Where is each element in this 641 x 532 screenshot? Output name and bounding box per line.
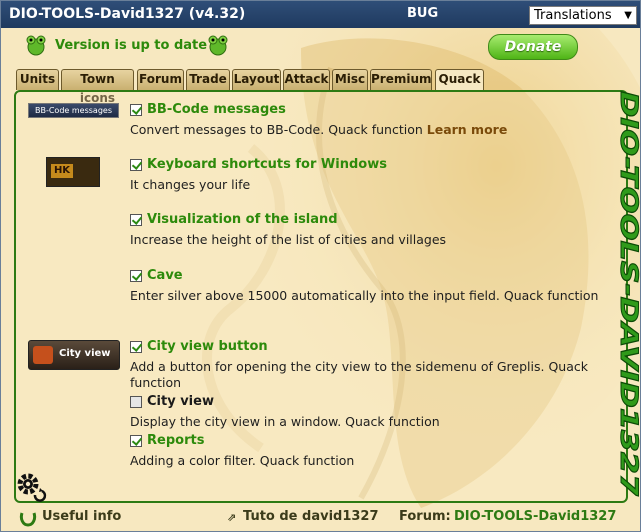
option-description: Increase the height of the list of citie… xyxy=(130,232,447,247)
option-title[interactable]: City view xyxy=(147,394,214,409)
option-title[interactable]: Visualization of the island xyxy=(147,212,338,227)
window-title: DIO-TOOLS-David1327 (v4.32) xyxy=(9,6,246,22)
frog-icon xyxy=(208,35,228,56)
title-bar: DIO-TOOLS-David1327 (v4.32) BUG Translat… xyxy=(1,1,640,29)
option-title[interactable]: Keyboard shortcuts for Windows xyxy=(147,157,387,172)
vertical-brand-text: DIO-TOOLS-DAVID1327 xyxy=(615,91,641,496)
translations-select[interactable]: Translations ▼ xyxy=(529,6,637,25)
tab-layout[interactable]: Layout xyxy=(232,69,281,90)
visualization-checkbox[interactable] xyxy=(130,214,142,226)
option-description: Adding a color filter. Quack function xyxy=(130,453,355,468)
tab-quack[interactable]: Quack xyxy=(435,69,484,92)
footer-bar: Useful info ⇗ Tuto de david1327 Forum: D… xyxy=(1,507,640,531)
vertical-brand-logo: DIO-TOOLS-DAVID1327 xyxy=(615,91,641,497)
option-title[interactable]: City view button xyxy=(147,339,268,354)
forum-link[interactable]: DIO-TOOLS-David1327 xyxy=(454,509,616,524)
reports-checkbox[interactable] xyxy=(130,435,142,447)
version-text: Version is up to date xyxy=(55,38,208,53)
tab-trade[interactable]: Trade xyxy=(186,69,230,90)
horseshoe-icon xyxy=(19,512,37,527)
tab-units[interactable]: Units xyxy=(16,69,59,90)
option-keyboard-shortcuts: Keyboard shortcuts for Windows It change… xyxy=(130,157,600,195)
translations-value: Translations xyxy=(534,8,612,23)
tab-forum[interactable]: Forum xyxy=(137,69,184,90)
tuto-link[interactable]: Tuto de david1327 xyxy=(243,509,379,524)
hotkey-icon: HK xyxy=(51,164,73,178)
option-cave: Cave Enter silver above 15000 automatica… xyxy=(130,268,600,322)
city-icon xyxy=(33,346,53,364)
keyboard-shortcuts-checkbox[interactable] xyxy=(130,159,142,171)
tab-misc[interactable]: Misc xyxy=(332,69,368,90)
option-title[interactable]: Reports xyxy=(147,433,204,448)
option-city-view-button: City view button Add a button for openin… xyxy=(130,339,600,393)
city-view-thumbnail: City view xyxy=(28,340,120,370)
bug-link[interactable]: BUG xyxy=(407,6,438,21)
option-description: Display the city view in a window. Quack… xyxy=(130,414,440,429)
option-city-view: City view Display the city view in a win… xyxy=(130,394,600,432)
cave-checkbox[interactable] xyxy=(130,270,142,282)
tab-town-icons[interactable]: Town icons xyxy=(61,69,134,105)
city-view-thumb-label: City view xyxy=(59,348,111,359)
city-view-button-checkbox[interactable] xyxy=(130,341,142,353)
option-title[interactable]: BB-Code messages xyxy=(147,102,286,117)
bbcode-checkbox[interactable] xyxy=(130,104,142,116)
tab-attack[interactable]: Attack xyxy=(283,69,330,90)
tab-premium[interactable]: Premium xyxy=(370,69,432,90)
city-view-checkbox[interactable] xyxy=(130,396,142,408)
settings-window: DIO-TOOLS-David1327 (v4.32) BUG Translat… xyxy=(0,0,641,532)
option-description: Convert messages to BB-Code. Quack funct… xyxy=(130,122,423,137)
keyboard-thumbnail: HK xyxy=(46,157,100,187)
option-description: Enter silver above 15000 automatically i… xyxy=(130,288,599,303)
forum-label: Forum: xyxy=(399,509,451,524)
chevron-down-icon: ▼ xyxy=(624,10,632,21)
option-title[interactable]: Cave xyxy=(147,268,183,283)
useful-info-link[interactable]: Useful info xyxy=(42,509,121,524)
option-description: Add a button for opening the city view t… xyxy=(130,359,588,390)
option-description: It changes your life xyxy=(130,177,251,192)
option-visualization-island: Visualization of the island Increase the… xyxy=(130,212,600,250)
external-link-icon: ⇗ xyxy=(227,511,237,524)
bbcode-thumbnail: BB-Code messages xyxy=(28,103,119,118)
learn-more-link[interactable]: Learn more xyxy=(427,122,508,137)
gear-icon[interactable] xyxy=(15,471,47,503)
option-bbcode-messages: BB-Code messages Convert messages to BB-… xyxy=(130,102,600,140)
donate-button[interactable]: Donate xyxy=(488,34,578,60)
option-reports: Reports Adding a color filter. Quack fun… xyxy=(130,433,600,471)
frog-icon xyxy=(26,35,46,56)
